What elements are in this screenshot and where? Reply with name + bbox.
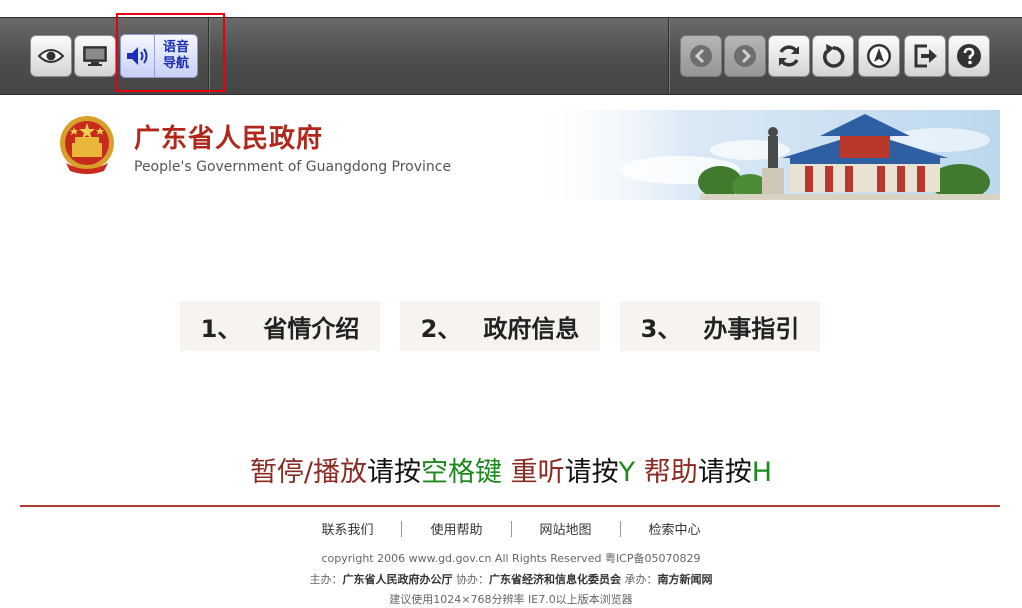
menu-item-government-info[interactable]: 2、 政府信息: [400, 301, 600, 351]
footer-link-contact[interactable]: 联系我们: [293, 519, 401, 538]
site-title: 广东省人民政府: [134, 124, 324, 154]
menu-item-number: 2、: [420, 314, 462, 343]
undertaker-label: 承办：: [624, 573, 658, 586]
toolbar-divider: [668, 18, 669, 94]
forward-button[interactable]: [724, 35, 766, 77]
compass-icon: [867, 44, 891, 68]
footer-divider: [20, 505, 1000, 507]
undo-icon: [823, 44, 845, 68]
co-organizer-name: 广东省经济和信息化委员会: [489, 573, 621, 586]
screen-button[interactable]: [74, 35, 116, 77]
host-name: 广东省人民政府办公厅: [342, 573, 453, 586]
browser-note: 建议使用1024×768分辨率 IE7.0以上版本浏览器: [389, 593, 633, 606]
footer-link-search[interactable]: 检索中心: [621, 519, 729, 538]
exit-button[interactable]: [904, 35, 946, 77]
refresh-button[interactable]: [768, 35, 810, 77]
menu-item-label: 省情介绍: [263, 314, 360, 343]
menu-item-label: 政府信息: [483, 314, 580, 343]
focus-highlight: [116, 13, 225, 92]
monitor-icon: [83, 46, 107, 66]
footer-links: 联系我们 使用帮助 网站地图 检索中心: [0, 519, 1022, 538]
menu-item-province-intro[interactable]: 1、 省情介绍: [180, 301, 380, 351]
hint-replay: 重听: [510, 457, 565, 488]
back-button[interactable]: [680, 35, 722, 77]
hint-press: 请按: [564, 457, 619, 488]
back-icon: [690, 45, 712, 67]
co-organizer-label: 协办：: [456, 573, 489, 586]
hint-help: 帮助: [643, 457, 698, 488]
keyboard-hint: 暂停/播放请按空格键 重听请按Y 帮助请按H: [0, 450, 1022, 489]
hint-press: 请按: [367, 457, 422, 488]
menu-item-label: 办事指引: [703, 314, 800, 343]
exit-icon: [914, 44, 937, 68]
memorial-hall-banner-image: [520, 110, 1000, 200]
footer-link-help[interactable]: 使用帮助: [402, 519, 510, 538]
refresh-icon: [779, 45, 799, 67]
hint-y-key: Y: [618, 457, 636, 488]
hint-h-key: H: [751, 457, 773, 488]
hint-press: 请按: [697, 457, 752, 488]
hint-pause-play: 暂停/播放: [249, 457, 368, 488]
menu-item-number: 3、: [640, 314, 682, 343]
copyright-text: copyright 2006 www.gd.gov.cn All Rights …: [321, 552, 701, 565]
host-label: 主办：: [309, 573, 343, 586]
hint-space-key: 空格键: [421, 457, 503, 488]
undo-button[interactable]: [812, 35, 854, 77]
help-button[interactable]: [948, 35, 990, 77]
undertaker-name: 南方新闻网: [657, 573, 713, 586]
menu-item-number: 1、: [200, 314, 242, 343]
national-emblem-logo: [60, 116, 114, 174]
site-subtitle: People's Government of Guangdong Provinc…: [134, 159, 452, 175]
compass-button[interactable]: [858, 35, 900, 77]
eye-icon: [37, 49, 65, 63]
help-icon: [957, 44, 981, 68]
forward-icon: [734, 45, 756, 67]
footer-link-sitemap[interactable]: 网站地图: [512, 519, 620, 538]
menu-item-service-guide[interactable]: 3、 办事指引: [620, 301, 820, 351]
sponsor-line: 主办：广东省人民政府办公厅 协办：广东省经济和信息化委员会 承办：南方新闻网: [0, 571, 1022, 587]
eye-button[interactable]: [30, 35, 72, 77]
